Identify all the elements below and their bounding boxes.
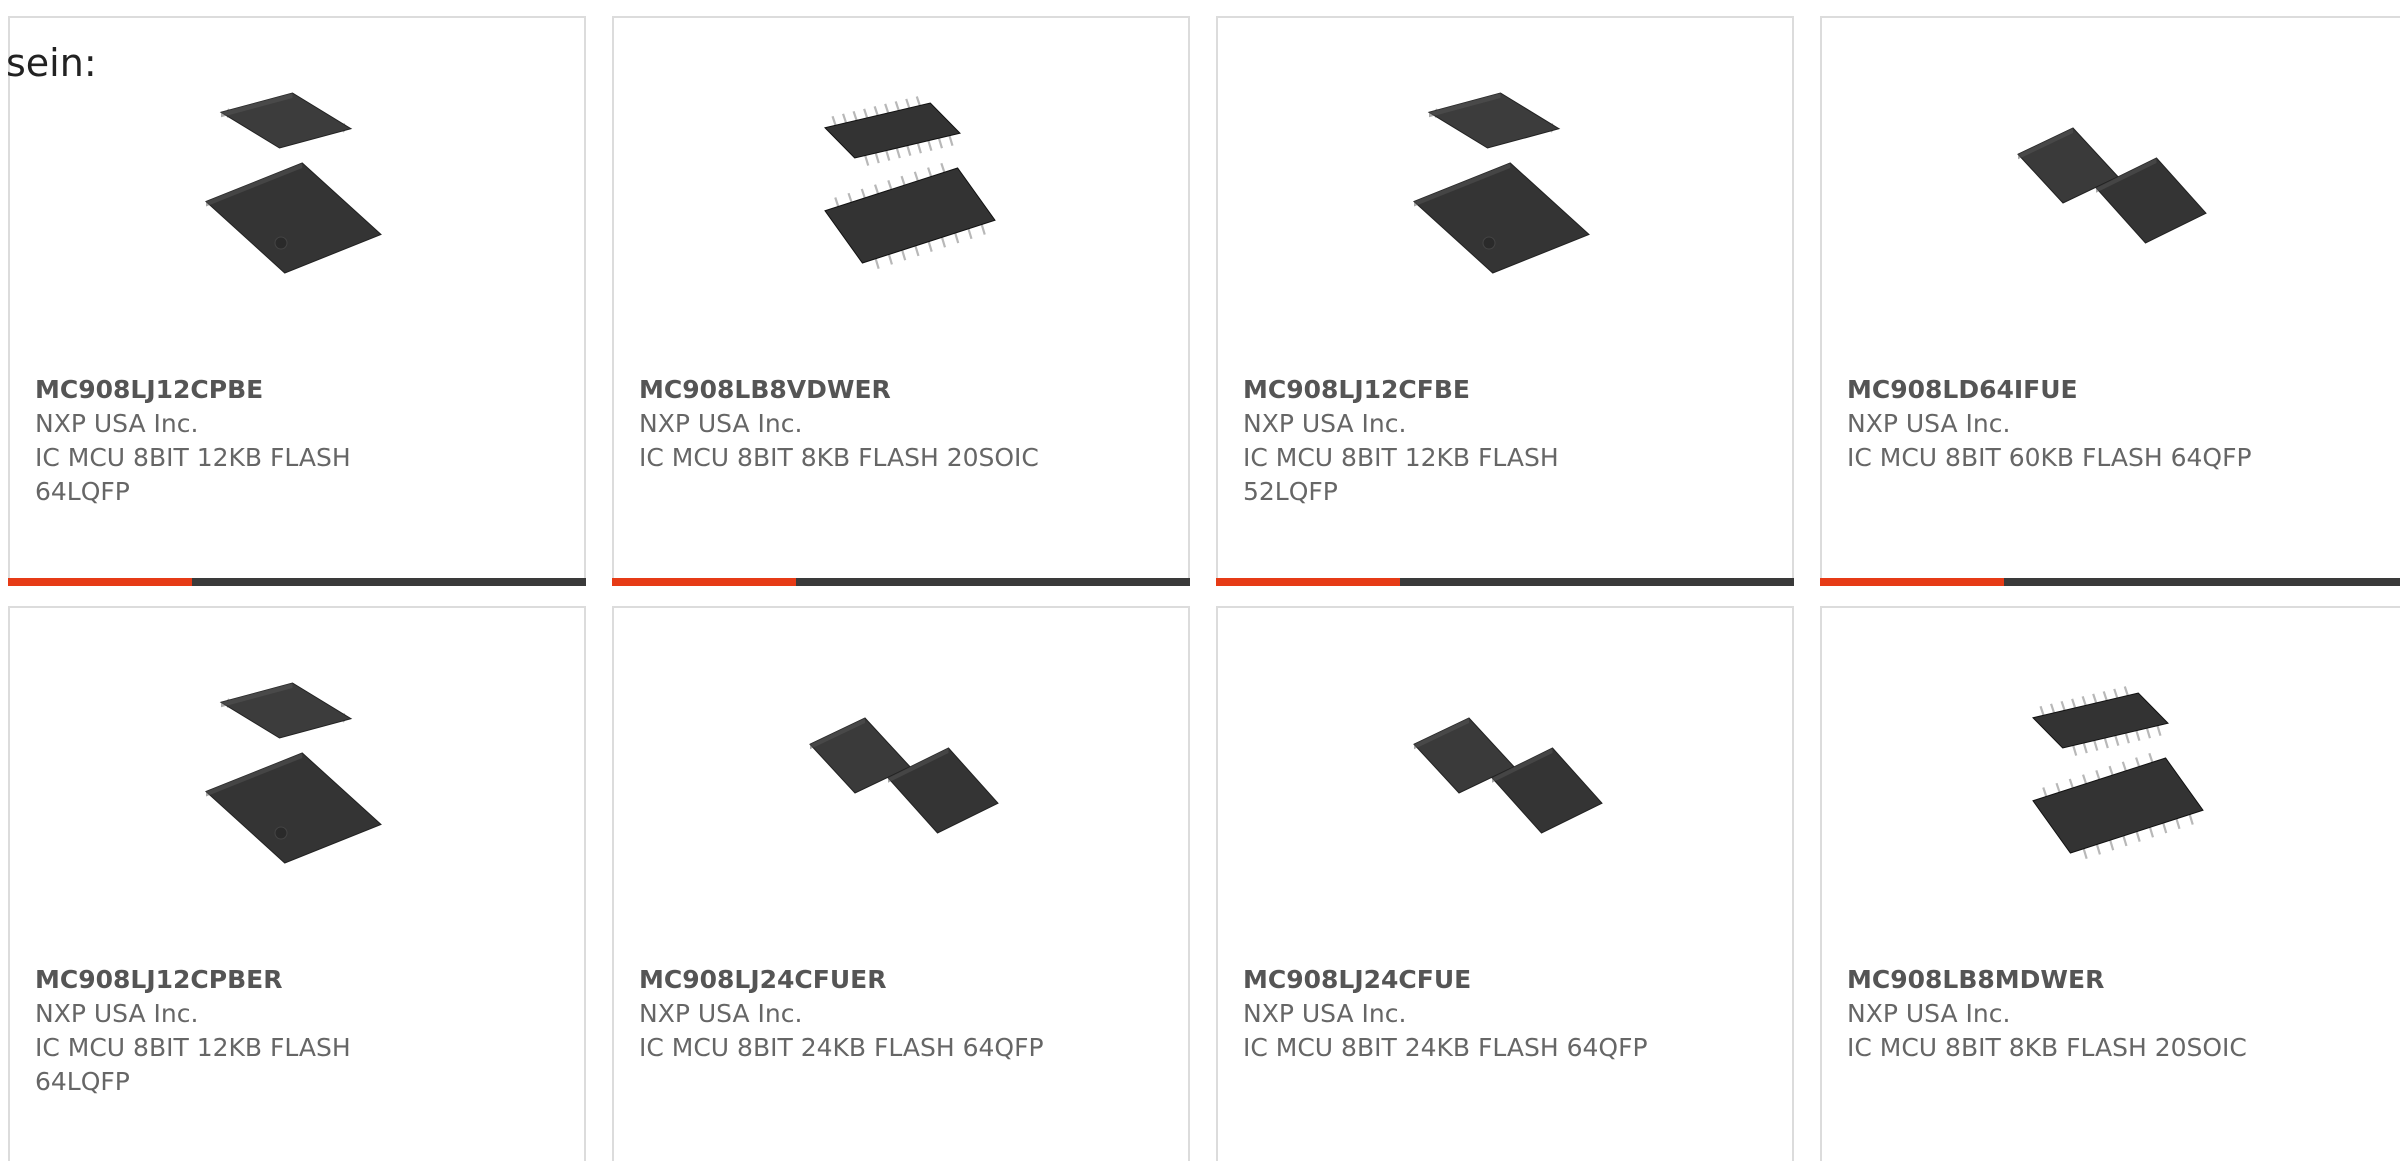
qfp-pair-side-icon: [800, 678, 1002, 880]
qfp-pair-side-icon: [2008, 88, 2210, 290]
part-number[interactable]: MC908LJ24CFUER: [639, 963, 1168, 997]
qfp-pair-stacked-icon: [196, 678, 398, 880]
description: IC MCU 8BIT 24KB FLASH 64QFP: [639, 1033, 1044, 1062]
product-listing-page: sein: MC908LJ12CPBE NXP USA Inc. IC MCU …: [0, 0, 2400, 1161]
product-info: MC908LB8VDWER NXP USA Inc. IC MCU 8BIT 8…: [639, 373, 1168, 475]
description: IC MCU 8BIT 12KB FLASH 64LQFP: [35, 443, 351, 506]
product-card[interactable]: MC908LJ12CFBE NXP USA Inc. IC MCU 8BIT 1…: [1216, 16, 1794, 586]
description: IC MCU 8BIT 12KB FLASH 64LQFP: [35, 1033, 351, 1096]
description: IC MCU 8BIT 8KB FLASH 20SOIC: [639, 443, 1039, 472]
manufacturer: NXP USA Inc.: [1847, 999, 2011, 1028]
description: IC MCU 8BIT 8KB FLASH 20SOIC: [1847, 1033, 2247, 1062]
card-bottom-bar: [8, 578, 586, 586]
product-card[interactable]: MC908LB8MDWER NXP USA Inc. IC MCU 8BIT 8…: [1820, 606, 2400, 1161]
card-bottom-bar: [1820, 578, 2400, 586]
card-accent-bar: [612, 578, 796, 586]
part-number[interactable]: MC908LJ12CPBER: [35, 963, 564, 997]
product-card[interactable]: MC908LJ24CFUER NXP USA Inc. IC MCU 8BIT …: [612, 606, 1190, 1161]
part-number[interactable]: MC908LJ12CFBE: [1243, 373, 1772, 407]
soic-pair-icon: [2008, 678, 2210, 880]
manufacturer: NXP USA Inc.: [35, 999, 199, 1028]
product-info: MC908LJ24CFUE NXP USA Inc. IC MCU 8BIT 2…: [1243, 963, 1772, 1065]
description: IC MCU 8BIT 24KB FLASH 64QFP: [1243, 1033, 1648, 1062]
product-info: MC908LJ24CFUER NXP USA Inc. IC MCU 8BIT …: [639, 963, 1168, 1065]
product-card[interactable]: MC908LJ24CFUE NXP USA Inc. IC MCU 8BIT 2…: [1216, 606, 1794, 1161]
intro-text: sein:: [6, 41, 97, 85]
part-number[interactable]: MC908LJ24CFUE: [1243, 963, 1772, 997]
card-accent-bar: [8, 578, 192, 586]
product-grid: MC908LJ12CPBE NXP USA Inc. IC MCU 8BIT 1…: [0, 0, 2400, 1161]
product-card[interactable]: MC908LJ12CPBE NXP USA Inc. IC MCU 8BIT 1…: [8, 16, 586, 586]
part-number[interactable]: MC908LB8MDWER: [1847, 963, 2380, 997]
part-number[interactable]: MC908LB8VDWER: [639, 373, 1168, 407]
qfp-pair-side-icon: [1404, 678, 1606, 880]
product-card[interactable]: MC908LB8VDWER NXP USA Inc. IC MCU 8BIT 8…: [612, 16, 1190, 586]
qfp-pair-stacked-icon: [1404, 88, 1606, 290]
product-card[interactable]: MC908LJ12CPBER NXP USA Inc. IC MCU 8BIT …: [8, 606, 586, 1161]
description: IC MCU 8BIT 12KB FLASH 52LQFP: [1243, 443, 1559, 506]
card-bottom-bar: [1216, 578, 1794, 586]
manufacturer: NXP USA Inc.: [639, 409, 803, 438]
qfp-pair-stacked-icon: [196, 88, 398, 290]
manufacturer: NXP USA Inc.: [1243, 409, 1407, 438]
description: IC MCU 8BIT 60KB FLASH 64QFP: [1847, 443, 2252, 472]
product-card[interactable]: MC908LD64IFUE NXP USA Inc. IC MCU 8BIT 6…: [1820, 16, 2400, 586]
product-info: MC908LD64IFUE NXP USA Inc. IC MCU 8BIT 6…: [1847, 373, 2380, 475]
card-accent-bar: [1820, 578, 2004, 586]
manufacturer: NXP USA Inc.: [639, 999, 803, 1028]
part-number[interactable]: MC908LD64IFUE: [1847, 373, 2380, 407]
soic-pair-icon: [800, 88, 1002, 290]
product-info: MC908LJ12CPBE NXP USA Inc. IC MCU 8BIT 1…: [35, 373, 564, 509]
card-bottom-bar: [612, 578, 1190, 586]
part-number[interactable]: MC908LJ12CPBE: [35, 373, 564, 407]
product-info: MC908LJ12CFBE NXP USA Inc. IC MCU 8BIT 1…: [1243, 373, 1772, 509]
manufacturer: NXP USA Inc.: [1847, 409, 2011, 438]
manufacturer: NXP USA Inc.: [1243, 999, 1407, 1028]
card-accent-bar: [1216, 578, 1400, 586]
product-info: MC908LB8MDWER NXP USA Inc. IC MCU 8BIT 8…: [1847, 963, 2380, 1065]
manufacturer: NXP USA Inc.: [35, 409, 199, 438]
product-info: MC908LJ12CPBER NXP USA Inc. IC MCU 8BIT …: [35, 963, 564, 1099]
